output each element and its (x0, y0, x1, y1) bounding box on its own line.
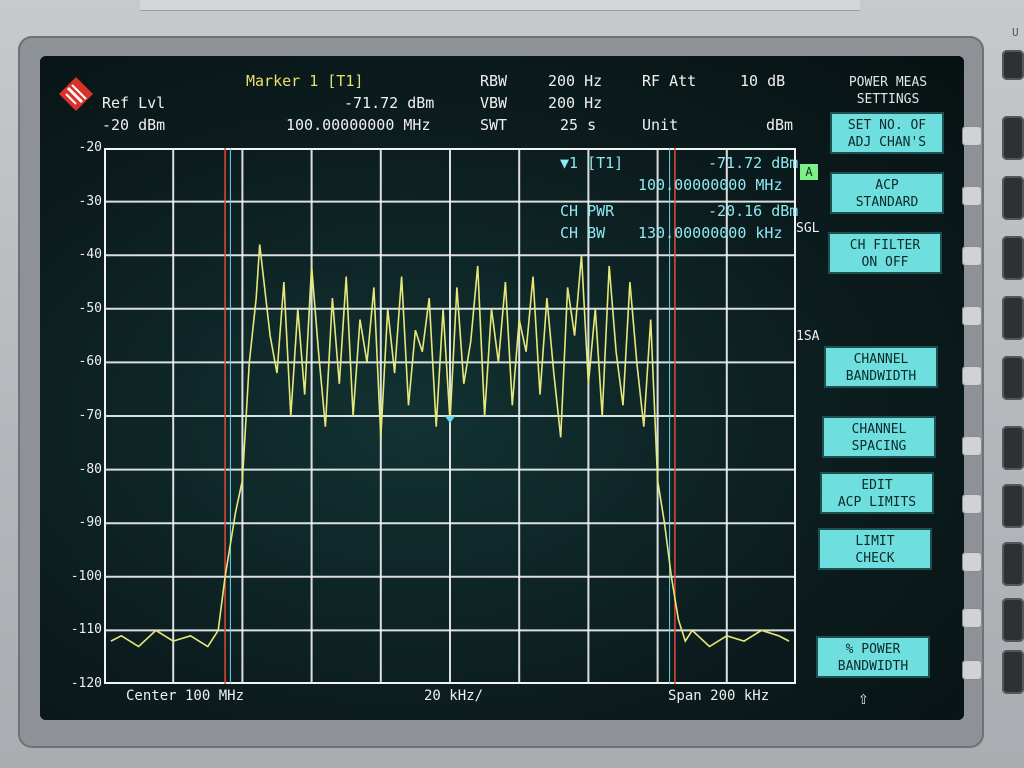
rf-att-label: RF Att (642, 72, 697, 90)
softkey-ch-filter[interactable]: CH FILTER ON OFF (828, 232, 942, 274)
y-tick-label: -40 (78, 247, 102, 263)
marker-triangle (445, 416, 455, 424)
softkey-stub (962, 306, 982, 326)
center-frequency: Center 100 MHz (126, 688, 245, 704)
hardware-softkey-3[interactable] (1002, 236, 1024, 280)
marker-frequency: 100.00000000 MHz (286, 116, 431, 134)
menu-title-line1: POWER MEAS (848, 75, 928, 90)
softkey-edit-acp-limits[interactable]: EDIT ACP LIMITS (820, 472, 934, 514)
rbw-value: 200 Hz (548, 72, 603, 90)
vbw-label: VBW (480, 94, 508, 112)
softkey-channel-spacing[interactable]: CHANNEL SPACING (822, 416, 936, 458)
vbw-value: 200 Hz (548, 94, 603, 112)
rbw-label: RBW (480, 72, 508, 90)
softkey-label: BANDWIDTH (837, 659, 909, 674)
softkey-stub (962, 494, 982, 514)
unit-label: Unit (642, 116, 679, 134)
more-menu-arrow-icon[interactable]: ⇧ (858, 688, 869, 709)
corner-label: U (1012, 26, 1019, 39)
one-sa-indicator: 1SA (796, 329, 820, 344)
softkey-label: ACP LIMITS (837, 495, 917, 510)
hardware-softkey-1[interactable] (1002, 116, 1024, 160)
softkey-stub (962, 660, 982, 680)
readout-marker-freq: 100.00000000 MHz (638, 176, 783, 194)
y-tick-label: -110 (70, 622, 102, 638)
softkey-stub (962, 608, 982, 628)
marker-title: Marker 1 [T1] (246, 72, 364, 90)
softkey-stub (962, 366, 982, 386)
hardware-key-top[interactable] (1002, 50, 1024, 80)
softkey-stub (962, 552, 982, 572)
softkey-label: LIMIT (855, 534, 895, 549)
y-tick-label: -100 (70, 568, 102, 584)
softkey-stub (962, 246, 982, 266)
swt-label: SWT (480, 116, 508, 134)
marker-level: -71.72 dBm (344, 94, 435, 112)
rs-logo-icon (59, 77, 93, 111)
softkey-acp-standard[interactable]: ACP STANDARD (830, 172, 944, 214)
softkey-label: CHECK (855, 551, 895, 566)
softkey-stub (962, 126, 982, 146)
readout-marker-label: ▼1 [T1] (560, 154, 624, 172)
softkey-label: STANDARD (855, 195, 919, 210)
ref-level-value: -20 dBm (102, 116, 166, 134)
softkey-label: SPACING (851, 439, 907, 454)
readout-marker-level: -71.72 dBm (708, 154, 799, 172)
y-tick-label: -50 (78, 300, 102, 316)
y-tick-label: -80 (78, 461, 102, 477)
rf-att-value: 10 dB (740, 72, 786, 90)
softkey-label: ADJ CHAN'S (847, 135, 927, 150)
y-tick-label: -60 (78, 354, 102, 370)
softkey-label: % POWER (845, 642, 901, 657)
softkey-set-no-adj-chans[interactable]: SET NO. OF ADJ CHAN'S (830, 112, 944, 154)
softkey-label: ON OFF (861, 255, 909, 270)
softkey-stub (962, 186, 982, 206)
hardware-softkey-8[interactable] (1002, 542, 1024, 586)
y-tick-label: -20 (78, 140, 102, 155)
frequency-per-div: 20 kHz/ (424, 688, 484, 704)
softkey-label: CHANNEL (853, 352, 909, 367)
softkey-channel-bandwidth[interactable]: CHANNEL BANDWIDTH (824, 346, 938, 388)
softkey-label: ACP (875, 178, 899, 193)
menu-title-line2: SETTINGS (856, 92, 920, 107)
softkey-label: EDIT (861, 478, 893, 493)
softkey-label: BANDWIDTH (845, 369, 917, 384)
trace-a-indicator: A (800, 164, 818, 180)
hardware-softkey-10[interactable] (1002, 650, 1024, 694)
softkey-limit-check[interactable]: LIMIT CHECK (818, 528, 932, 570)
top-strip (140, 0, 860, 11)
softkey-stub (962, 436, 982, 456)
hardware-softkey-2[interactable] (1002, 176, 1024, 220)
ref-level-label: Ref Lvl (102, 94, 166, 112)
softkey-label: CHANNEL (851, 422, 907, 437)
readout-chpwr-value: -20.16 dBm (708, 202, 799, 220)
readout-chbw-value: 130.00000000 kHz (638, 224, 783, 242)
y-tick-label: -90 (78, 515, 102, 531)
unit-value: dBm (766, 116, 794, 134)
sgl-indicator: SGL (796, 221, 820, 236)
hardware-softkey-9[interactable] (1002, 598, 1024, 642)
hardware-softkey-4[interactable] (1002, 296, 1024, 340)
hardware-softkey-5[interactable] (1002, 356, 1024, 400)
analyzer-screen: Ref Lvl -20 dBm Marker 1 [T1] -71.72 dBm… (40, 56, 964, 720)
menu-title: POWER MEAS SETTINGS (826, 74, 950, 108)
y-tick-label: -120 (70, 676, 102, 691)
hardware-softkey-7[interactable] (1002, 484, 1024, 528)
readout-chbw-label: CH BW (560, 224, 606, 242)
softkey-label: CH FILTER (849, 238, 921, 253)
softkey-label: SET NO. OF (847, 118, 927, 133)
span-value: Span 200 kHz (668, 688, 770, 704)
swt-value: 25 s (560, 116, 597, 134)
softkey-percent-power-bandwidth[interactable]: % POWER BANDWIDTH (816, 636, 930, 678)
y-tick-label: -30 (78, 193, 102, 209)
hardware-softkey-6[interactable] (1002, 426, 1024, 470)
y-tick-label: -70 (78, 408, 102, 423)
readout-chpwr-label: CH PWR (560, 202, 615, 220)
